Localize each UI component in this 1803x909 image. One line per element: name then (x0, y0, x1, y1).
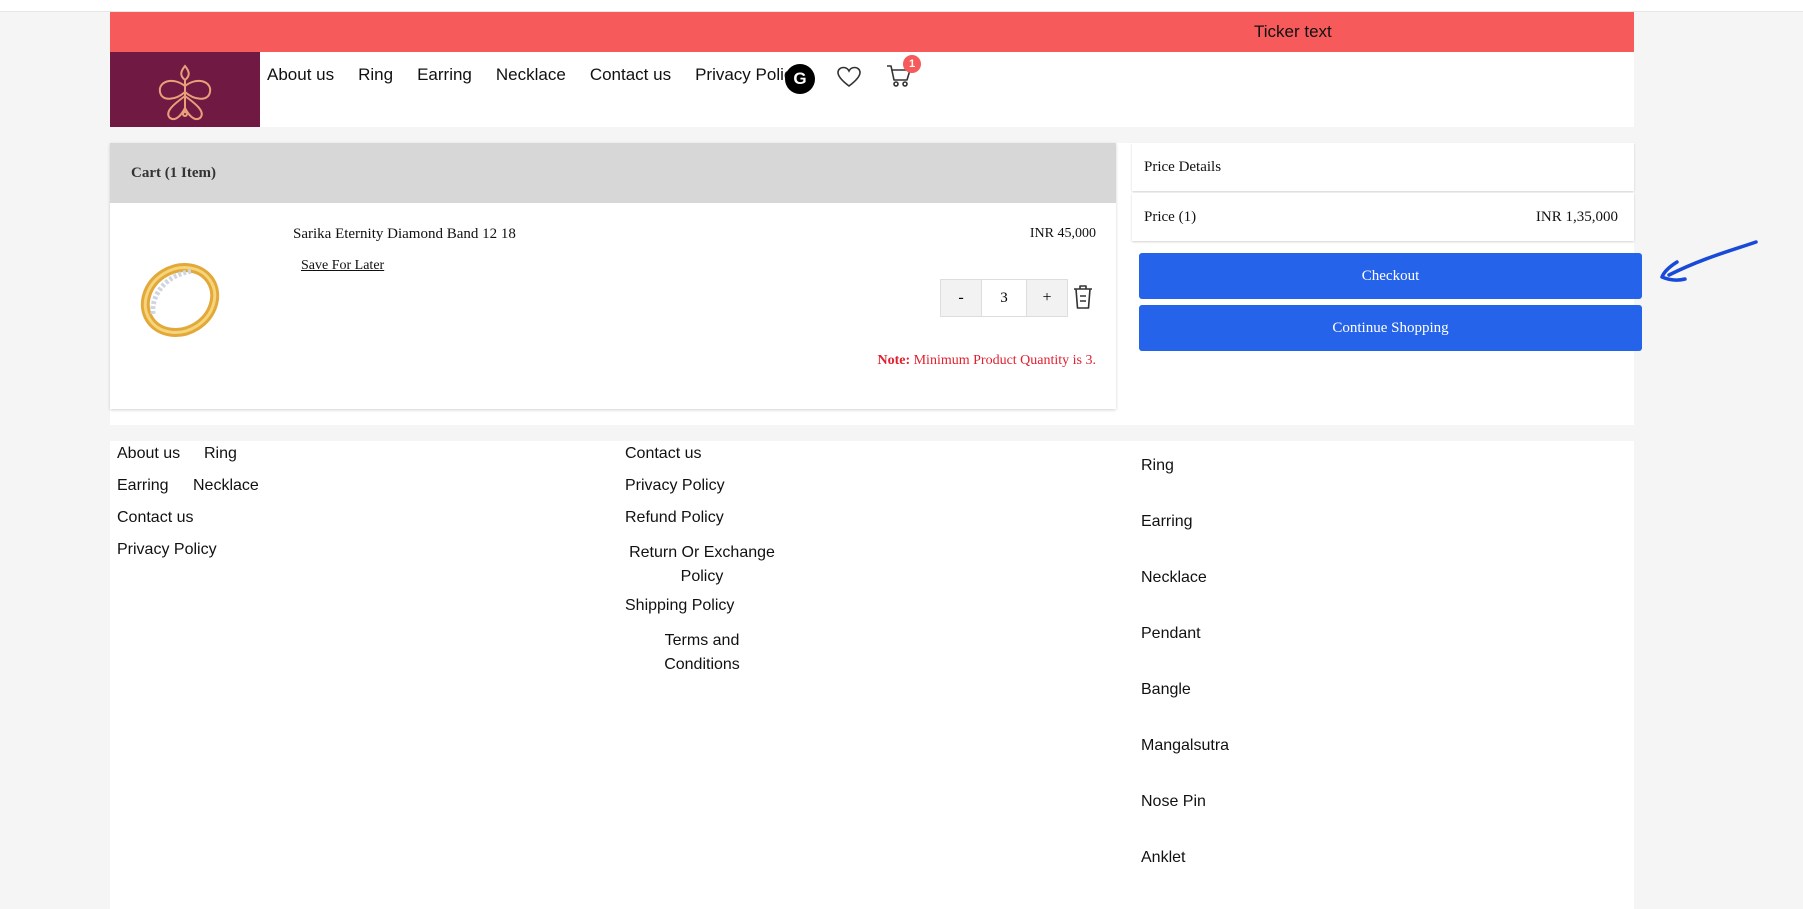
footer-category-bangle[interactable]: Bangle (1141, 681, 1191, 699)
footer-category-nose-pin[interactable]: Nose Pin (1141, 793, 1206, 811)
footer-earring-link[interactable]: Earring (117, 477, 169, 495)
footer-category-earring[interactable]: Earring (1141, 513, 1193, 531)
main-nav: About us Ring Earring Necklace Contact u… (267, 65, 801, 85)
quantity-increase-button[interactable]: + (1027, 280, 1067, 316)
footer-necklace-link[interactable]: Necklace (193, 477, 259, 495)
note-label: Note: (877, 353, 911, 368)
footer-shipping-policy-link[interactable]: Shipping Policy (625, 597, 734, 615)
save-for-later-link[interactable]: Save For Later (301, 258, 384, 274)
footer-refund-policy-link[interactable]: Refund Policy (625, 509, 724, 527)
footer-category-ring[interactable]: Ring (1141, 457, 1174, 475)
price-details-panel: Price Details Price (1) INR 1,35,000 (1132, 143, 1634, 241)
logo-ornament-icon (158, 64, 212, 120)
account-avatar[interactable]: G (785, 64, 815, 94)
footer-contact-link[interactable]: Contact us (625, 445, 701, 463)
footer-return-exchange-link[interactable]: Return Or Exchange Policy (625, 541, 779, 589)
cart-count-badge: 1 (903, 55, 921, 73)
footer-terms-link[interactable]: Terms and Conditions (654, 629, 750, 677)
quantity-note: Note: Minimum Product Quantity is 3. (877, 353, 1096, 369)
remove-item-button[interactable] (1072, 284, 1094, 315)
footer-category-mangalsutra[interactable]: Mangalsutra (1141, 737, 1229, 755)
quantity-input[interactable] (981, 280, 1027, 316)
wishlist-button[interactable] (837, 66, 861, 93)
left-gutter (0, 127, 110, 441)
nav-contact-us[interactable]: Contact us (590, 65, 671, 85)
footer-ring-link[interactable]: Ring (204, 445, 237, 463)
section-divider (0, 425, 1803, 441)
price-details-title: Price Details (1132, 143, 1634, 191)
arrow-icon (1660, 240, 1758, 282)
price-row: Price (1) INR 1,35,000 (1132, 193, 1634, 241)
footer-privacy-policy-link[interactable]: Privacy Policy (117, 541, 217, 559)
price-row-label: Price (1) (1144, 208, 1197, 225)
note-text: Minimum Product Quantity is 3. (910, 353, 1096, 368)
trash-icon (1074, 285, 1092, 309)
footer-category-pendant[interactable]: Pendant (1141, 625, 1201, 643)
cart-title: Cart (1 Item) (110, 143, 1116, 203)
footer-category-necklace[interactable]: Necklace (1141, 569, 1207, 587)
ticker-text: Ticker text (1254, 22, 1332, 41)
product-name[interactable]: Sarika Eternity Diamond Band 12 18 (293, 226, 516, 243)
cart-panel: Cart (1 Item) Sarika Eternity Diamond Ba… (110, 143, 1116, 409)
nav-necklace[interactable]: Necklace (496, 65, 566, 85)
section-divider (0, 127, 1803, 143)
continue-shopping-button[interactable]: Continue Shopping (1139, 305, 1642, 351)
product-price: INR 45,000 (1029, 226, 1096, 241)
footer-contact-us-link[interactable]: Contact us (117, 509, 193, 527)
product-image[interactable] (137, 256, 227, 346)
checkout-button[interactable]: Checkout (1139, 253, 1642, 299)
heart-icon (837, 66, 861, 88)
nav-earring[interactable]: Earring (417, 65, 472, 85)
ticker-bar: Ticker text (110, 12, 1634, 52)
top-strip (0, 0, 1803, 12)
site-logo[interactable] (110, 52, 260, 127)
footer-category-anklet[interactable]: Anklet (1141, 849, 1185, 867)
quantity-decrease-button[interactable]: - (941, 280, 981, 316)
quantity-stepper: - + (940, 279, 1068, 317)
ring-icon (140, 263, 220, 337)
footer-privacy-link[interactable]: Privacy Policy (625, 477, 725, 495)
nav-about-us[interactable]: About us (267, 65, 334, 85)
footer-about-us-link[interactable]: About us (117, 445, 180, 463)
price-row-value: INR 1,35,000 (1535, 208, 1618, 225)
nav-ring[interactable]: Ring (358, 65, 393, 85)
